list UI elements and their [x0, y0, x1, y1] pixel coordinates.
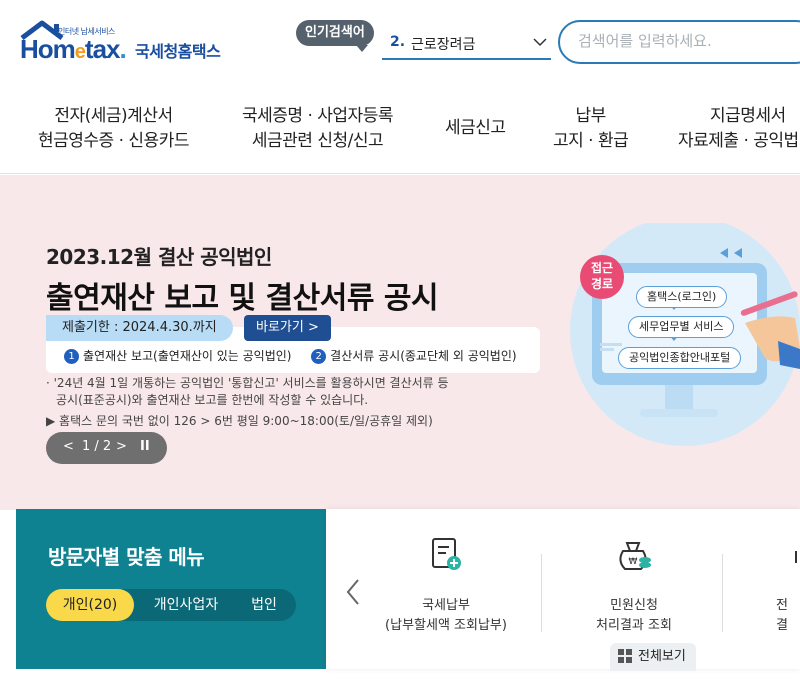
quick-menu-carousel: 국세납부 (납부할세액 조회납부) ₩ 민원신청 처리결과 조회 전 결 전체보… — [326, 509, 800, 671]
banner-info-items: 1 출연재산 보고(출연재산이 있는 공익법인) 2 결산서류 공시(종교단체 외 … — [64, 347, 517, 364]
illus-badge-line2: 경로 — [590, 277, 614, 291]
partial-icon — [795, 551, 797, 563]
banner-title: 출연재산 보고 및 결산서류 공시 — [46, 281, 439, 316]
popular-keyword-dropdown[interactable]: 2. 근로장려금 — [382, 30, 551, 60]
popular-search-label: 인기검색어 — [296, 20, 374, 52]
pager-prev-button[interactable]: < — [63, 439, 74, 454]
quick-item-line1: 전 — [776, 598, 788, 613]
logo-wordmark-e: e — [74, 41, 86, 63]
banner-subtitle: 2023.12월 결산 공익법인 — [46, 245, 272, 269]
chevron-left-icon[interactable] — [344, 577, 362, 607]
nav-item-line2: 자료제출 · 공익법 — [678, 131, 799, 151]
banner-go-button[interactable]: 바로가기 > — [244, 315, 331, 341]
logo-korean-name: 국세청홈택스 — [135, 42, 221, 61]
view-all-button[interactable]: 전체보기 — [610, 643, 696, 671]
svg-text:₩: ₩ — [629, 557, 638, 567]
quick-item-line2: 결 — [776, 618, 788, 633]
nav-item-line2: 고지 · 환급 — [553, 131, 629, 151]
pager-pause-button[interactable]: II — [140, 439, 150, 454]
chevron-down-icon[interactable] — [532, 34, 548, 50]
popular-rank: 2. — [390, 34, 406, 50]
nav-item-e-invoice[interactable]: 전자(세금)계산서 현금영수증 · 신용카드 — [38, 104, 189, 154]
logo-wordmark-part1: Hom — [20, 34, 76, 64]
main-banner: 2023.12월 결산 공익법인 출연재산 보고 및 결산서류 공시 제출기한 … — [0, 175, 800, 510]
nav-item-line2: 현금영수증 · 신용카드 — [38, 131, 189, 151]
logo-wordmark-part2: tax — [84, 34, 121, 64]
illus-step-2: 세무업무별 서비스 — [628, 316, 735, 338]
banner-item-2: 결산서류 공시(종교단체 외 공익법인) — [330, 349, 517, 363]
nav-item-line1: 세금신고 — [445, 118, 506, 138]
tab-corporation[interactable]: 법인 — [236, 589, 292, 621]
banner-phone-note: ▶ 홈택스 문의 국번 없이 126 > 6번 평일 9:00~18:00(토/… — [46, 414, 433, 428]
quick-item-line2: (납부할세액 조회납부) — [385, 618, 507, 633]
grid-icon — [618, 648, 632, 663]
visitor-menu-title: 방문자별 맞춤 메뉴 — [48, 545, 205, 569]
banner-pager: < 1 / 2 > II — [46, 432, 167, 464]
number-badge-2: 2 — [311, 349, 327, 364]
quick-item-line1: 국세납부 — [422, 598, 470, 613]
nav-item-certificate[interactable]: 국세증명 · 사업자등록 세금관련 신청/신고 — [242, 104, 393, 154]
illus-step-1: 홈택스(로그인) — [636, 286, 728, 308]
header: 인터넷 납세서비스 Hometax. 국세청홈택스 인기검색어 2. 근로장려금 — [0, 0, 800, 88]
divider — [541, 554, 542, 632]
visitor-tabs: 개인(20) 개인사업자 법인 — [46, 589, 296, 621]
illus-badge: 접근 경로 — [588, 260, 616, 292]
pager-next-button[interactable]: > — [116, 439, 127, 454]
number-badge-1: 1 — [64, 349, 79, 364]
illus-step-3: 공익법인종합안내포털 — [618, 347, 742, 369]
logo-wordmark: Hometax. — [20, 34, 127, 64]
banner-deadline: 제출기한 : 2024.4.30.까지 — [46, 315, 233, 341]
banner-note: · '24년 4월 1일 개통하는 공익법인 '통합신고' 서비스를 활용하시면… — [46, 375, 449, 409]
quick-item-civil-request[interactable]: ₩ 민원신청 처리결과 조회 — [554, 537, 714, 636]
nav-item-payment[interactable]: 납부 고지 · 환급 — [553, 104, 629, 154]
popular-keyword[interactable]: 근로장려금 — [411, 34, 475, 54]
quick-item-line1: 민원신청 — [610, 598, 658, 613]
banner-item-1: 출연재산 보고(출연재산이 있는 공익법인) — [83, 349, 292, 363]
nav-item-line1: 국세증명 · 사업자등록 — [242, 106, 393, 126]
nav-item-line2: 세금관련 신청/신고 — [251, 131, 384, 151]
visitor-custom-menu: 방문자별 맞춤 메뉴 개인(20) 개인사업자 법인 — [16, 509, 326, 669]
nav-item-tax-filing[interactable]: 세금신고 — [445, 116, 506, 141]
tax-payment-document-icon — [432, 538, 461, 570]
tab-sole-proprietor[interactable]: 개인사업자 — [140, 589, 232, 621]
hometax-logo[interactable]: 인터넷 납세서비스 Hometax. 국세청홈택스 — [18, 20, 248, 70]
quick-item-tax-payment[interactable]: 국세납부 (납부할세액 조회납부) — [366, 537, 526, 636]
search-box — [558, 20, 800, 64]
main-navigation: 전자(세금)계산서 현금영수증 · 신용카드 국세증명 · 사업자등록 세금관련… — [0, 96, 800, 174]
quick-item-line2: 처리결과 조회 — [596, 618, 672, 633]
banner-note-line2: 공시(표준공시)와 출연재산 보고를 한번에 작성할 수 있습니다. — [56, 393, 369, 407]
money-bag-coins-icon: ₩ — [619, 542, 651, 570]
search-input[interactable] — [578, 32, 798, 50]
computer-monitor-illustration — [570, 216, 800, 446]
nav-item-line1: 지급명세서 — [710, 106, 786, 126]
quick-item-partial[interactable]: 전 결 — [776, 537, 800, 636]
banner-illustration: 접근 경로 홈택스(로그인) 세무업무별 서비스 공익법인종합안내포털 — [570, 216, 800, 453]
nav-item-line1: 납부 — [575, 106, 607, 126]
nav-item-line1: 전자(세금)계산서 — [54, 106, 173, 126]
illus-badge-line1: 접근 — [590, 261, 614, 275]
pager-indicator: 1 / 2 — [82, 439, 112, 454]
banner-note-line1: · '24년 4월 1일 개통하는 공익법인 '통합신고' 서비스를 활용하시면… — [46, 376, 449, 390]
divider — [722, 554, 723, 632]
nav-item-payment-statement[interactable]: 지급명세서 자료제출 · 공익법 — [678, 104, 800, 154]
tab-individual[interactable]: 개인(20) — [46, 589, 134, 621]
view-all-label: 전체보기 — [638, 649, 686, 664]
